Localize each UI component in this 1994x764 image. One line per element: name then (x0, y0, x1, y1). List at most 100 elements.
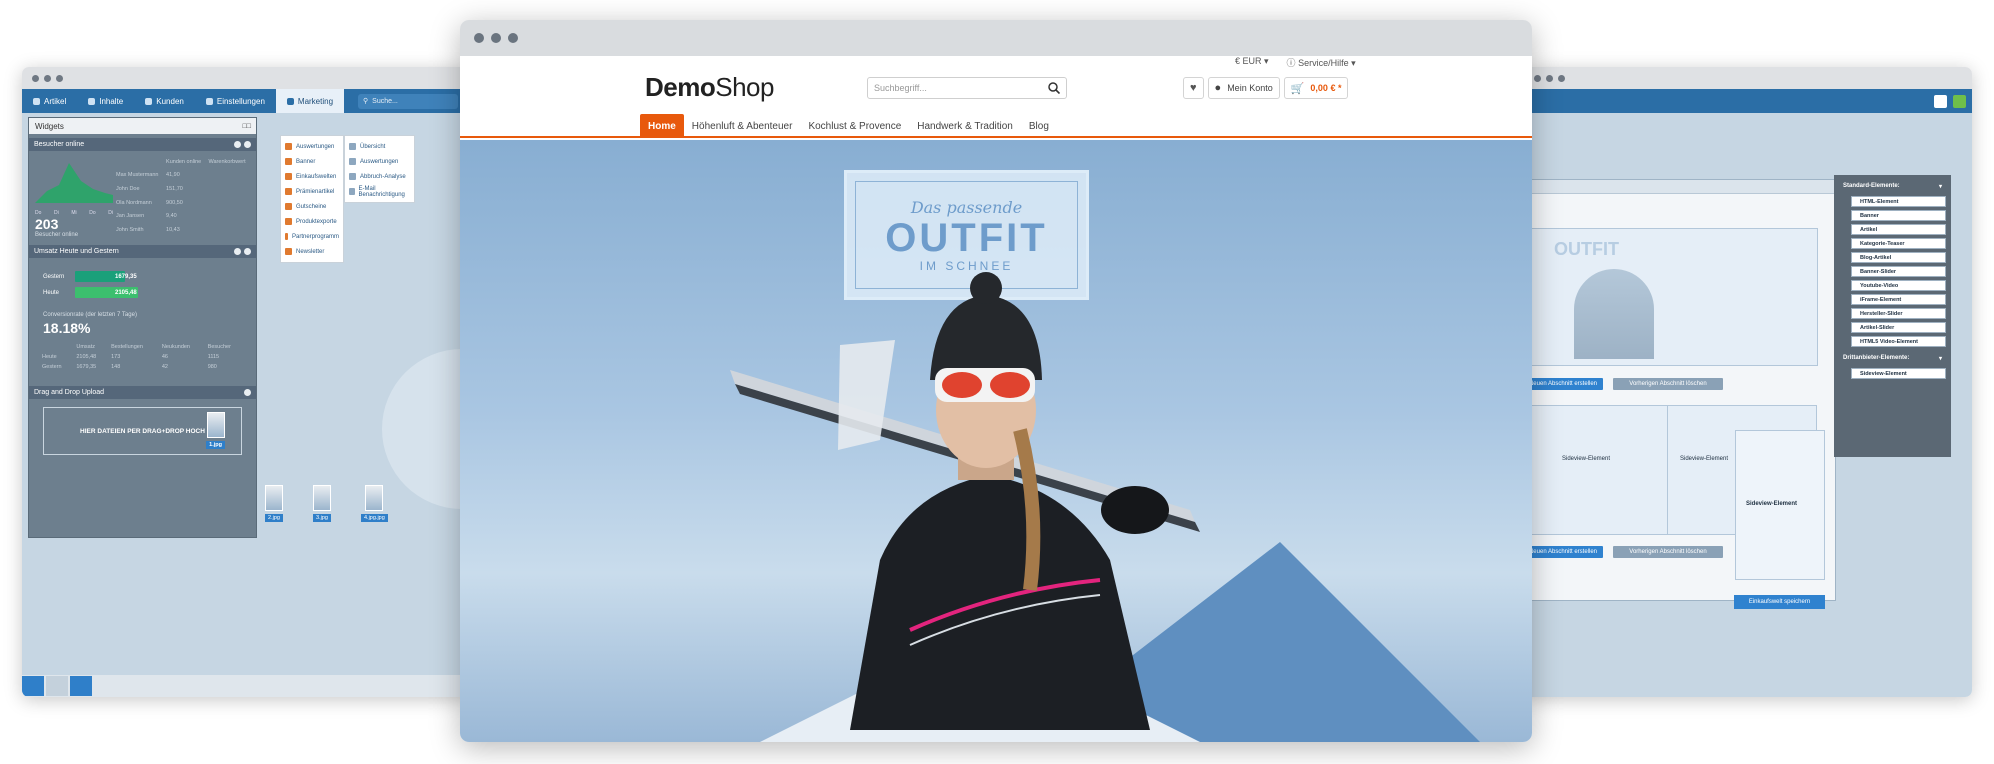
dropdown-item-label: Newsletter (296, 248, 325, 255)
table-header-row: Kunden online Warenkorbwert (113, 155, 250, 169)
backend-body: OUTFIT Neuen Abschnitt erstellen Vorheri… (1524, 89, 1972, 697)
taskbar-widgets-button[interactable] (22, 676, 44, 696)
menu-marketing[interactable]: Marketing (275, 89, 345, 113)
menu-kunden[interactable]: Kunden (134, 89, 195, 113)
account-button[interactable]: ● Mein Konto (1207, 77, 1280, 99)
element-item[interactable]: Artikel-Slider (1851, 322, 1946, 333)
table-cell: Heute (42, 354, 57, 360)
refresh-icon[interactable] (234, 248, 241, 255)
sales-bar: 1679,35 (75, 271, 137, 282)
element-item[interactable]: HTML5 Video-Element (1851, 336, 1946, 347)
save-shopping-world-button[interactable]: Einkaufswelt speichern (1734, 595, 1825, 609)
taskbar-windows-button[interactable] (46, 676, 68, 696)
conversion-label: Conversionrate (der letzten 7 Tage) (43, 312, 137, 318)
element-item[interactable]: Kategorie-Teaser (1851, 238, 1946, 249)
element-item[interactable]: Banner-Slider (1851, 266, 1946, 277)
shop-logo[interactable]: DemoShop (645, 72, 774, 103)
visitors-count-label: Besucher online (35, 232, 79, 238)
file-thumbnail (313, 485, 331, 511)
marketing-submenu: Übersicht Auswertungen Abbruch-Analyse E-Ma… (344, 135, 415, 203)
search-icon[interactable] (1048, 82, 1060, 94)
panel-third-header[interactable]: Drittanbieter-Elemente: ▾ (1843, 355, 1942, 362)
close-icon[interactable] (244, 141, 251, 148)
nav-item[interactable]: Kochlust & Provence (800, 114, 909, 138)
currency-select[interactable]: € EUR ▾ (1235, 56, 1269, 69)
element-item[interactable]: Sideview-Element (1851, 368, 1946, 379)
taskbar-clock-button[interactable] (70, 676, 92, 696)
tag-icon (33, 97, 40, 105)
panel-standard-header[interactable]: Standard-Elemente: ▾ (1843, 183, 1942, 190)
service-menu[interactable]: ⓘ Service/Hilfe ▾ (1287, 56, 1356, 69)
sales-bars: Gestern 1679,35 Heute 2105,48 (29, 258, 256, 298)
element-item[interactable]: Hersteller-Slider (1851, 308, 1946, 319)
dropdown-item[interactable]: Einkaufswelten (281, 169, 343, 184)
visitors-table: Kunden online Warenkorbwert Max Mustermann… (113, 155, 250, 237)
element-item[interactable]: Banner (1851, 210, 1946, 221)
table-header-cell (113, 155, 163, 169)
upload-dropzone[interactable]: HIER DATEIEN PER DRAG+DROP HOCH 1.jpg (43, 407, 242, 455)
backend-search-input[interactable]: ⚲ Suche... (358, 93, 459, 109)
menu-label: Marketing (297, 96, 334, 106)
uploaded-file[interactable]: 1.jpg (206, 412, 225, 449)
nav-item[interactable]: Blog (1021, 114, 1057, 138)
uploaded-file[interactable]: 2.jpg (265, 485, 283, 522)
submenu-item[interactable]: E-Mail Benachrichtigung (345, 184, 414, 199)
dropdown-item[interactable]: Newsletter (281, 244, 343, 259)
submenu-item[interactable]: Abbruch-Analyse (345, 169, 414, 184)
widgets-header: Widgets □□ (29, 118, 256, 134)
menu-item-icon (285, 218, 292, 225)
file-thumbnail (206, 412, 225, 438)
dropdown-item[interactable]: Produktexporte (281, 214, 343, 229)
dropdown-item[interactable]: Gutscheine (281, 199, 343, 214)
close-icon[interactable] (244, 248, 251, 255)
top-meta: € EUR ▾ ⓘ Service/Hilfe ▾ (1235, 56, 1356, 69)
skier-photo (730, 272, 1200, 730)
nav-item[interactable]: Höhenluft & Abenteuer (684, 114, 801, 138)
element-item[interactable]: Blog-Artikel (1851, 252, 1946, 263)
window-chrome (460, 20, 1532, 56)
dragging-element[interactable]: Sideview-Element (1735, 430, 1825, 580)
help-icon: ⓘ (1286, 58, 1296, 68)
uploaded-file[interactable]: 3.jpg (313, 485, 331, 522)
menu-einstellungen[interactable]: Einstellungen (195, 89, 276, 113)
dropdown-item-label: Einkaufswelten (296, 173, 337, 180)
menu-artikel[interactable]: Artikel (22, 89, 77, 113)
refresh-icon[interactable] (234, 141, 241, 148)
new-section-button[interactable]: Neuen Abschnitt erstellen (1524, 546, 1603, 558)
nav-item[interactable]: Handwerk & Tradition (909, 114, 1021, 138)
new-section-button[interactable]: Neuen Abschnitt erstellen (1524, 378, 1603, 390)
table-header-row: Umsatz Bestellungen Neukunden Besucher (39, 342, 244, 352)
table-cell: 42 (161, 364, 168, 370)
table-row: John Doe 151,70 (113, 182, 250, 196)
dropdown-item[interactable]: Banner (281, 154, 343, 169)
chevron-down-icon: ▾ (1938, 356, 1942, 362)
button-label: Einkaufswelt speichern (1748, 599, 1811, 605)
element-item[interactable]: HTML-Element (1851, 196, 1946, 207)
submenu-item[interactable]: Auswertungen (345, 154, 414, 169)
table-cell: 151,70 (166, 186, 183, 193)
window-controls-icon[interactable]: □□ (243, 123, 251, 130)
dropdown-item[interactable]: Prämienartikel (281, 184, 343, 199)
delete-section-button[interactable]: Vorherigen Abschnitt löschen (1613, 546, 1723, 558)
banner-preview-text: OUTFIT (1554, 239, 1619, 259)
beanie-shape (930, 295, 1042, 380)
submenu-item[interactable]: Übersicht (345, 139, 414, 154)
element-item[interactable]: iFrame-Element (1851, 294, 1946, 305)
menu-inhalte[interactable]: Inhalte (77, 89, 134, 113)
element-item[interactable]: Artikel (1851, 224, 1946, 235)
wishlist-button[interactable]: ♥ (1183, 77, 1204, 99)
search-input[interactable]: Suchbegriff... (867, 77, 1067, 99)
backend-window-left: Artikel Inhalte Kunden Einstellungen Mar… (22, 67, 470, 697)
uploaded-file[interactable]: 4.jpg.jpg (361, 485, 388, 522)
nav-item[interactable]: Home (640, 114, 684, 138)
widgets-panel: Widgets □□ Besucher online Do Di Mi Do Di 203… (28, 117, 257, 538)
element-item[interactable]: Youtube-Video (1851, 280, 1946, 291)
banner-preview-image (1574, 269, 1654, 359)
cart-button[interactable]: 🛒 0,00 € * (1283, 77, 1349, 99)
dropdown-item[interactable]: Partnerprogramm (281, 229, 343, 244)
refresh-icon[interactable] (1934, 94, 1947, 108)
delete-section-button[interactable]: Vorherigen Abschnitt löschen (1613, 378, 1723, 390)
table-header-cell: Neukunden (161, 344, 190, 350)
close-icon[interactable] (244, 389, 251, 396)
dropdown-item[interactable]: Auswertungen (281, 139, 343, 154)
